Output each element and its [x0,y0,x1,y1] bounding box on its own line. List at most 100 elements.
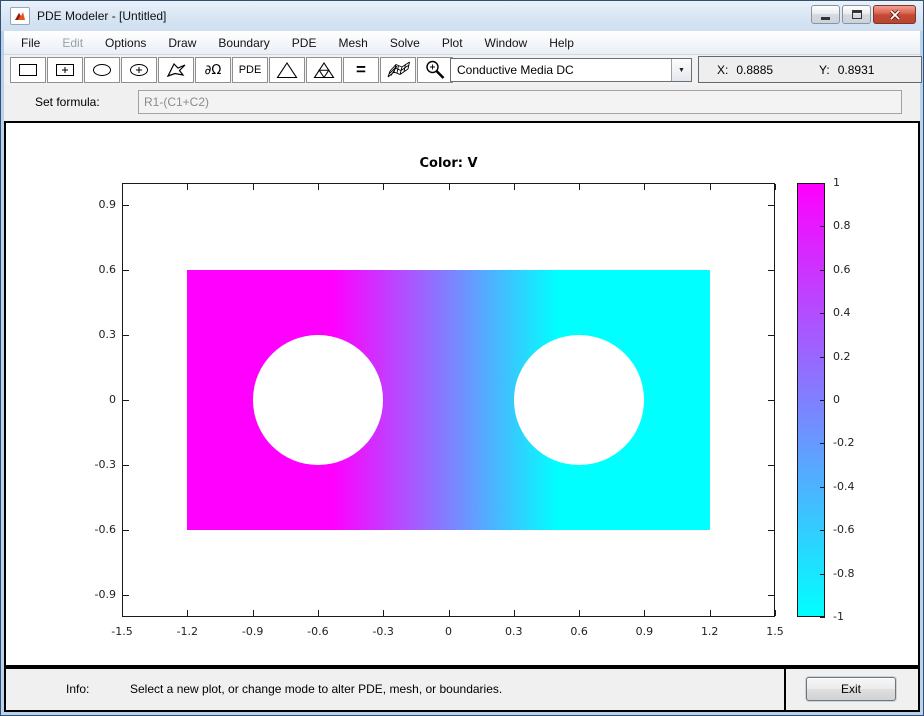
initialize-mesh-button[interactable] [269,57,305,83]
menu-item[interactable]: Boundary [207,31,280,54]
y-tick [768,269,774,271]
x-tick-label: 1.2 [700,625,719,638]
draw-rectangle-icon [19,64,37,76]
y-tick [768,465,774,467]
plot-solution-button[interactable] [380,57,416,83]
toolbar: ∂Ω PDE = Conductive Media DC ▼ X: 0.8885… [4,55,922,86]
exit-button[interactable]: Exit [806,677,896,701]
menu-item[interactable]: Plot [431,31,474,54]
x-tick-label: 0.6 [570,625,588,638]
menu-item[interactable]: Options [94,31,157,54]
x-tick [122,610,123,616]
y-tick-label: 0.3 [98,327,117,341]
x-tick [579,610,581,616]
x-tick [383,610,385,616]
y-tick-label: 0 [109,393,116,406]
zoom-button[interactable] [417,57,453,83]
x-coordinate-value: 0.8885 [736,62,774,77]
refine-mesh-button[interactable] [306,57,342,83]
formula-bar: Set formula: [4,85,920,121]
info-label: Info: [66,682,90,696]
geometry-hole [513,334,645,466]
zoom-icon [426,60,445,79]
colorbar-tick-label: 0.4 [833,306,851,320]
draw-centered-ellipse-button[interactable] [121,57,157,83]
x-tick [317,184,319,190]
y-tick-label: 0.6 [98,262,117,276]
caption-buttons [811,5,916,24]
solve-pde-button[interactable]: = [343,57,379,83]
colorbar-tick-label: -0.6 [833,523,855,537]
y-tick [768,204,774,206]
x-tick [448,610,450,616]
matlab-app-icon [10,7,30,25]
menu-item[interactable]: Window [474,31,539,54]
y-tick [768,400,774,401]
menu-item[interactable]: PDE [281,31,328,54]
colorbar-tick [820,269,825,271]
status-bar: Info: Select a new plot, or change mode … [4,667,920,712]
x-tick [187,610,189,616]
pde-mode-button[interactable]: PDE [232,57,268,83]
x-coordinate-label: X: [717,62,729,77]
close-button[interactable] [873,5,916,24]
draw-polygon-button[interactable] [158,57,194,83]
colorbar-tick [820,313,825,315]
cursor-coordinates-panel: X: 0.8885 Y: 0.8931 [698,56,922,83]
colorbar-tick-label: -0.2 [833,436,855,450]
set-formula-input[interactable] [138,90,902,114]
x-tick-label: 0.9 [635,625,654,638]
y-coordinate-label: Y: [819,62,830,77]
y-tick-label: -0.6 [94,523,116,537]
info-message: Select a new plot, or change mode to alt… [130,682,503,696]
colorbar-tick [820,573,825,575]
exit-button-label: Exit [840,682,861,696]
close-icon [889,9,900,20]
draw-centered-rectangle-button[interactable] [47,57,83,83]
plot-title: Color: V [419,156,478,171]
x-tick-label: -1.2 [176,625,199,638]
x-tick-label: 1.5 [766,625,784,638]
draw-ellipse-icon [93,64,111,76]
y-tick-label: 0.9 [98,197,117,211]
y-tick-label: -0.9 [94,588,116,602]
colorbar-tick-label: 1 [833,176,840,189]
x-tick [513,610,515,616]
colorbar-tick [820,486,825,488]
window-title: PDE Modeler - [Untitled] [37,9,167,23]
x-tick-label: -0.9 [241,625,264,638]
x-tick [644,610,646,616]
colorbar-tick [820,617,825,618]
colorbar-tick-label: -1 [833,610,844,623]
colorbar-tick-label: 0.8 [833,219,851,233]
title-bar[interactable]: PDE Modeler - [Untitled] [1,1,923,31]
y-tick [768,334,774,336]
boundary-mode-button[interactable]: ∂Ω [195,57,231,83]
draw-rectangle-button[interactable] [10,57,46,83]
x-tick [383,184,385,190]
y-tick [123,204,129,206]
minimize-button[interactable] [811,5,840,24]
menu-item[interactable]: Mesh [327,31,378,54]
draw-ellipse-button[interactable] [84,57,120,83]
x-tick [709,610,711,616]
pde-modeler-window: PDE Modeler - [Untitled] File Edit Optio… [0,0,924,716]
y-tick [123,530,129,532]
y-tick [768,530,774,532]
menu-item[interactable]: File [10,31,51,54]
colorbar-tick [820,356,825,358]
x-tick [317,610,319,616]
maximize-button[interactable] [842,5,871,24]
menu-item[interactable]: Draw [157,31,207,54]
menu-item: Edit [62,35,84,50]
chevron-down-icon[interactable]: ▼ [671,59,691,81]
application-mode-dropdown[interactable]: Conductive Media DC ▼ [450,58,692,82]
menu-item[interactable]: Help [538,31,585,54]
x-tick [122,184,123,190]
boundary-mode-icon: ∂Ω [204,62,222,78]
y-tick [123,465,129,467]
colorbar-tick [820,226,825,228]
menu-item[interactable]: Solve [379,31,431,54]
x-tick [775,184,776,190]
x-tick [252,610,254,616]
